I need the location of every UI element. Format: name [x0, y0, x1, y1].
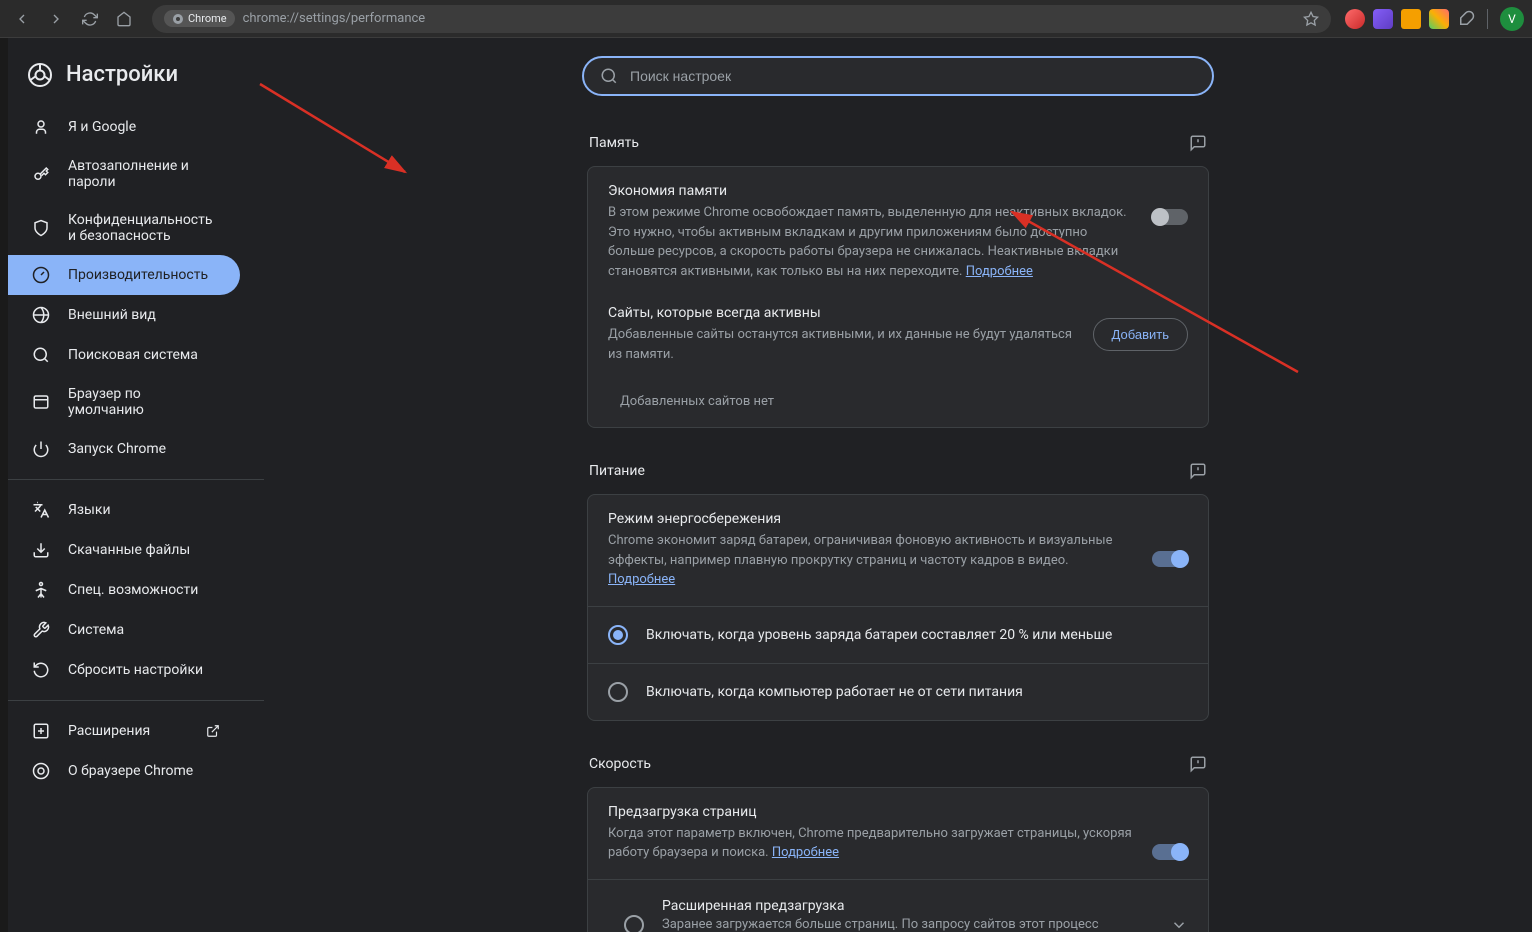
sidebar-item-on-startup[interactable]: Запуск Chrome [8, 429, 240, 469]
feedback-icon[interactable] [1189, 755, 1207, 773]
sidebar-item-search[interactable]: Поисковая система [8, 335, 240, 375]
chevron-down-icon[interactable] [1170, 916, 1188, 932]
sidebar-item-downloads[interactable]: Скачанные файлы [8, 530, 240, 570]
extension-icon-2[interactable] [1373, 9, 1393, 29]
always-active-title: Сайты, которые всегда активны [608, 305, 1077, 321]
radio-unplugged[interactable] [608, 682, 628, 702]
sidebar-item-about[interactable]: О браузере Chrome [8, 751, 240, 791]
sidebar-item-accessibility[interactable]: Спец. возможности [8, 570, 240, 610]
add-site-button[interactable]: Добавить [1093, 318, 1188, 351]
home-button[interactable] [110, 5, 138, 33]
sidebar-item-autofill[interactable]: Автозаполнение и пароли [8, 147, 240, 201]
energy-saver-desc: Chrome экономит заряд батареи, ограничив… [608, 531, 1136, 590]
memory-saver-desc: В этом режиме Chrome освобождает память,… [608, 203, 1136, 281]
learn-more-link[interactable]: Подробнее [966, 264, 1033, 279]
search-input[interactable] [630, 68, 1196, 84]
back-button[interactable] [8, 5, 36, 33]
radio-unplugged-label: Включать, когда компьютер работает не от… [646, 684, 1023, 700]
sidebar-item-label: Сбросить настройки [68, 662, 203, 678]
sidebar-item-reset[interactable]: Сбросить настройки [8, 650, 240, 690]
content-area: Память Экономия памяти В этом режиме Chr… [264, 38, 1532, 932]
sidebar-item-label: О браузере Chrome [68, 763, 193, 779]
chrome-chip: Chrome [164, 10, 235, 27]
memory-saver-toggle[interactable] [1152, 209, 1188, 225]
sidebar-item-label: Поисковая система [68, 347, 198, 363]
search-icon [600, 67, 618, 85]
url-text: chrome://settings/performance [243, 11, 426, 26]
sidebar-item-label: Я и Google [68, 119, 136, 135]
sidebar-item-label: Запуск Chrome [68, 441, 166, 457]
learn-more-link[interactable]: Подробнее [608, 572, 675, 587]
sidebar-item-label: Скачанные файлы [68, 542, 190, 558]
sidebar-item-label: Браузер по умолчанию [68, 386, 220, 418]
speed-card: Предзагрузка страниц Когда этот параметр… [587, 787, 1209, 932]
extension-icon-4[interactable] [1429, 9, 1449, 29]
sidebar-item-label: Конфиденциальность и безопасность [68, 212, 220, 244]
sidebar-item-label: Расширения [68, 723, 150, 739]
nav-divider [8, 479, 264, 480]
energy-saver-toggle[interactable] [1152, 525, 1188, 567]
sidebar-item-label: Спец. возможности [68, 582, 198, 598]
window-edge [0, 38, 8, 932]
sidebar-item-default-browser[interactable]: Браузер по умолчанию [8, 375, 240, 429]
section-title-speed: Скорость [589, 756, 651, 772]
radio-extended-preload[interactable] [624, 915, 644, 932]
forward-button[interactable] [42, 5, 70, 33]
extended-preload-desc: Заранее загружается больше страниц. По з… [662, 916, 1132, 932]
sidebar-item-label: Система [68, 622, 124, 638]
section-title-power: Питание [589, 463, 645, 479]
extended-preload-label: Расширенная предзагрузка [662, 898, 1152, 914]
chrome-chip-label: Chrome [188, 12, 227, 25]
sidebar-title: Настройки [66, 62, 178, 87]
sidebar-item-extensions[interactable]: Расширения [8, 711, 240, 751]
sidebar-item-languages[interactable]: Языки [8, 490, 240, 530]
sidebar-item-performance[interactable]: Производительность [8, 255, 240, 295]
preload-title: Предзагрузка страниц [608, 804, 1136, 820]
learn-more-link[interactable]: Подробнее [772, 845, 839, 860]
sidebar-item-privacy[interactable]: Конфиденциальность и безопасность [8, 201, 240, 255]
sidebar-item-label: Производительность [68, 267, 208, 283]
chrome-logo-icon [28, 63, 52, 87]
extensions-icon[interactable] [1457, 10, 1475, 28]
preload-toggle[interactable] [1152, 818, 1188, 860]
energy-saver-title: Режим энергосбережения [608, 511, 1136, 527]
memory-saver-title: Экономия памяти [608, 183, 1136, 199]
always-active-desc: Добавленные сайты останутся активными, и… [608, 325, 1077, 364]
sidebar-header: Настройки [8, 54, 264, 107]
sidebar-item-label: Языки [68, 502, 111, 518]
browser-toolbar: Chrome chrome://settings/performance V [0, 0, 1532, 38]
sidebar-item-you-and-google[interactable]: Я и Google [8, 107, 240, 147]
nav-divider [8, 700, 264, 701]
sidebar-item-label: Внешний вид [68, 307, 156, 323]
reload-button[interactable] [76, 5, 104, 33]
sidebar-item-appearance[interactable]: Внешний вид [8, 295, 240, 335]
extension-icon-1[interactable] [1345, 9, 1365, 29]
toolbar-extensions: V [1345, 7, 1524, 31]
sidebar: Настройки Я и Google Автозаполнение и па… [8, 38, 264, 932]
sidebar-item-system[interactable]: Система [8, 610, 240, 650]
feedback-icon[interactable] [1189, 134, 1207, 152]
empty-sites-text: Добавленных сайтов нет [588, 380, 1208, 427]
power-card: Режим энергосбережения Chrome экономит з… [587, 494, 1209, 721]
section-title-memory: Память [589, 135, 639, 151]
address-bar[interactable]: Chrome chrome://settings/performance [152, 5, 1331, 33]
extension-icon-3[interactable] [1401, 9, 1421, 29]
star-icon[interactable] [1303, 11, 1319, 27]
settings-search[interactable] [582, 56, 1214, 96]
preload-desc: Когда этот параметр включен, Chrome пред… [608, 824, 1136, 863]
radio-battery-20[interactable] [608, 625, 628, 645]
external-link-icon [206, 724, 220, 738]
sidebar-item-label: Автозаполнение и пароли [68, 158, 220, 190]
feedback-icon[interactable] [1189, 462, 1207, 480]
memory-card: Экономия памяти В этом режиме Chrome осв… [587, 166, 1209, 428]
radio-battery-20-label: Включать, когда уровень заряда батареи с… [646, 627, 1112, 643]
profile-avatar[interactable]: V [1500, 7, 1524, 31]
